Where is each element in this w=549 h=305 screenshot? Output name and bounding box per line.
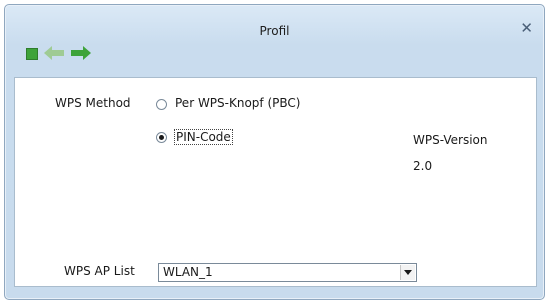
- radio-pbc[interactable]: [156, 99, 167, 110]
- profile-dialog: Profil ✕ WPS Method Per WPS-Knopf (PBC) …: [4, 4, 545, 300]
- wps-ap-list-value: WLAN_1: [163, 265, 213, 279]
- wps-ap-list-select[interactable]: WLAN_1: [158, 263, 417, 282]
- radio-pbc-label[interactable]: Per WPS-Knopf (PBC): [175, 96, 300, 110]
- forward-arrow-icon[interactable]: [69, 46, 91, 60]
- wps-version-label: WPS-Version: [413, 133, 488, 147]
- back-arrow-icon[interactable]: [44, 46, 66, 60]
- close-icon[interactable]: ✕: [520, 21, 533, 36]
- wps-panel: WPS Method Per WPS-Knopf (PBC) PIN-Code …: [14, 77, 537, 287]
- radio-pin-code[interactable]: [156, 132, 167, 143]
- radio-pin-code-label[interactable]: PIN-Code: [174, 129, 233, 145]
- chevron-down-icon[interactable]: [400, 265, 415, 280]
- wps-method-label: WPS Method: [55, 96, 131, 110]
- wps-version-value: 2.0: [413, 159, 433, 173]
- dialog-title: Profil: [259, 24, 290, 38]
- stop-icon[interactable]: [26, 48, 38, 60]
- wps-ap-list-label: WPS AP List: [64, 264, 135, 278]
